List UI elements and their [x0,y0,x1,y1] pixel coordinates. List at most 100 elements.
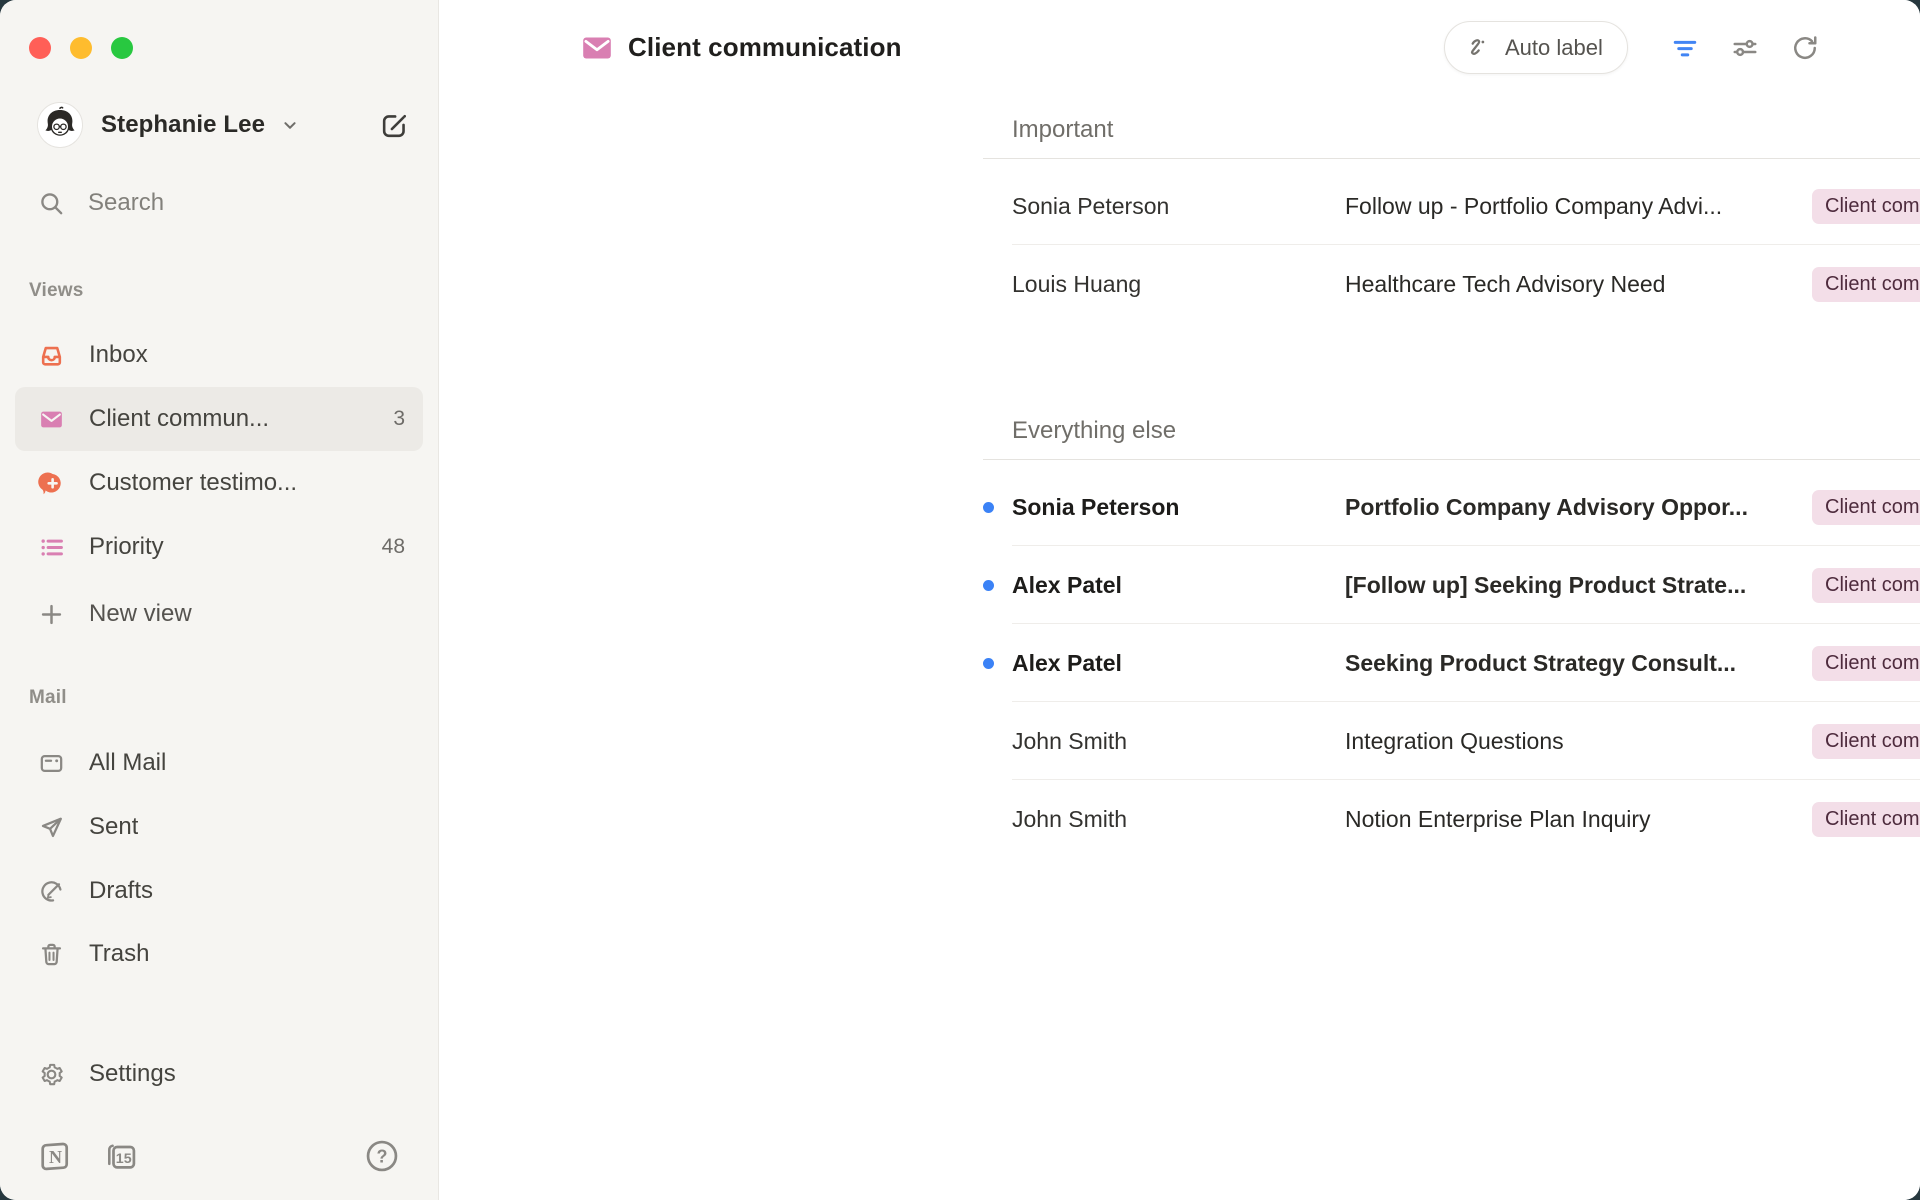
sidebar-item-label: All Mail [89,749,166,777]
email-row[interactable]: Sonia Peterson Follow up - Portfolio Com… [983,167,1920,245]
sidebar-item-drafts[interactable]: Drafts [15,859,423,923]
email-sender: Alex Patel [1012,650,1345,677]
auto-label-button[interactable]: Auto label [1444,21,1628,74]
view-count: 3 [393,407,405,431]
sidebar-item-label: Priority [89,533,164,561]
notion-logo-icon[interactable]: N [37,1138,73,1174]
gear-icon [38,1061,65,1088]
unread-dot [983,658,994,669]
email-row[interactable]: Alex Patel [Follow up] Seeking Product S… [983,546,1920,624]
sidebar-item-priority[interactable]: Priority 48 [15,515,423,579]
section-title: Everything else [1012,415,1920,447]
label-badge[interactable]: Client communic... [1812,646,1920,681]
help-icon[interactable]: ? [364,1138,400,1174]
sent-icon [38,814,65,841]
sidebar-item-label: Inbox [89,341,148,369]
sidebar-item-label: Customer testimo... [89,469,297,497]
search-icon [38,190,65,217]
email-subject: [Follow up] Seeking Product Strate... [1345,572,1812,599]
section-title: Important [1012,114,1920,146]
email-row[interactable]: John Smith Integration Questions Client … [983,702,1920,780]
email-subject: Portfolio Company Advisory Oppor... [1345,494,1812,521]
email-sender: Sonia Peterson [1012,193,1345,220]
unread-dot [983,580,994,591]
email-subject: Integration Questions [1345,728,1812,755]
page-title: Client communication [628,32,902,63]
sidebar: Stephanie Lee Search Views [0,0,439,1200]
unread-dot [983,502,994,513]
auto-label-icon [1465,34,1492,61]
views-section-label: Views [29,280,84,302]
sidebar-item-label: Trash [89,940,149,968]
sidebar-item-trash[interactable]: Trash [15,922,423,986]
svg-text:15: 15 [116,1151,132,1167]
label-badge[interactable]: Client communic... [1812,568,1920,603]
minimize-window-button[interactable] [70,37,92,59]
sidebar-item-label: New view [89,600,192,628]
window-controls [29,37,133,59]
sidebar-item-settings[interactable]: Settings [15,1042,423,1106]
view-header: Client communication Auto label [440,0,1920,96]
mail-section-label: Mail [29,687,67,709]
refresh-icon[interactable] [1786,29,1824,67]
sidebar-item-label: Client commun... [89,405,269,433]
calendar-icon[interactable]: 15 [103,1138,139,1174]
search-placeholder: Search [88,189,164,217]
sidebar-footer: N 15 ? [37,1138,400,1174]
sidebar-item-customer-testimonials[interactable]: Customer testimo... [15,451,423,515]
trash-icon [38,941,65,968]
sidebar-item-label: Settings [89,1060,176,1088]
email-row[interactable]: Louis Huang Healthcare Tech Advisory Nee… [983,245,1920,323]
search-input[interactable]: Search [38,178,410,228]
label-badge[interactable]: Client communic... [1812,267,1920,302]
all-mail-icon [38,750,65,777]
email-subject: Seeking Product Strategy Consult... [1345,650,1812,677]
email-list: Important Sonia Peterson Follow up - Por… [983,114,1920,858]
email-row[interactable]: John Smith Notion Enterprise Plan Inquir… [983,780,1920,858]
drafts-icon [38,878,65,905]
email-sender: John Smith [1012,806,1345,833]
svg-text:?: ? [377,1146,388,1166]
inbox-icon [38,342,65,369]
compose-icon[interactable] [379,110,410,141]
email-subject: Follow up - Portfolio Company Advi... [1345,193,1812,220]
email-row[interactable]: Alex Patel Seeking Product Strategy Cons… [983,624,1920,702]
section-important: Important Sonia Peterson Follow up - Por… [983,114,1920,323]
zoom-window-button[interactable] [111,37,133,59]
chat-plus-icon [38,470,65,497]
display-settings-icon[interactable] [1726,29,1764,67]
main-content: Client communication Auto label [440,0,1920,1200]
filter-icon[interactable] [1666,29,1704,67]
label-badge[interactable]: Client communic... [1812,802,1920,837]
user-name: Stephanie Lee [101,111,265,139]
email-row[interactable]: Sonia Peterson Portfolio Company Advisor… [983,468,1920,546]
section-everything-else: Everything else Sonia Peterson Portfolio… [983,415,1920,858]
avatar [37,102,83,148]
sidebar-item-inbox[interactable]: Inbox [15,323,423,387]
view-envelope-icon [579,30,615,66]
email-sender: John Smith [1012,728,1345,755]
envelope-icon [38,406,65,433]
chevron-down-icon [279,114,301,136]
account-switcher[interactable]: Stephanie Lee [37,100,410,150]
section-divider [983,158,1920,159]
sidebar-item-client-communication[interactable]: Client commun... 3 [15,387,423,451]
app-window: Stephanie Lee Search Views [0,0,1920,1200]
label-badge[interactable]: Client communic... [1812,724,1920,759]
sidebar-item-all-mail[interactable]: All Mail [15,731,423,795]
label-badge[interactable]: Client communic... [1812,189,1920,224]
svg-text:N: N [49,1147,62,1167]
auto-label-text: Auto label [1505,35,1603,61]
sidebar-item-new-view[interactable]: New view [15,582,423,646]
section-divider [983,459,1920,460]
plus-icon [38,601,65,628]
email-sender: Louis Huang [1012,271,1345,298]
priority-list-icon [38,534,65,561]
sidebar-item-label: Drafts [89,877,153,905]
view-count: 48 [382,535,405,559]
sidebar-item-sent[interactable]: Sent [15,795,423,859]
close-window-button[interactable] [29,37,51,59]
email-subject: Notion Enterprise Plan Inquiry [1345,806,1812,833]
label-badge[interactable]: Client communic... [1812,490,1920,525]
email-sender: Sonia Peterson [1012,494,1345,521]
